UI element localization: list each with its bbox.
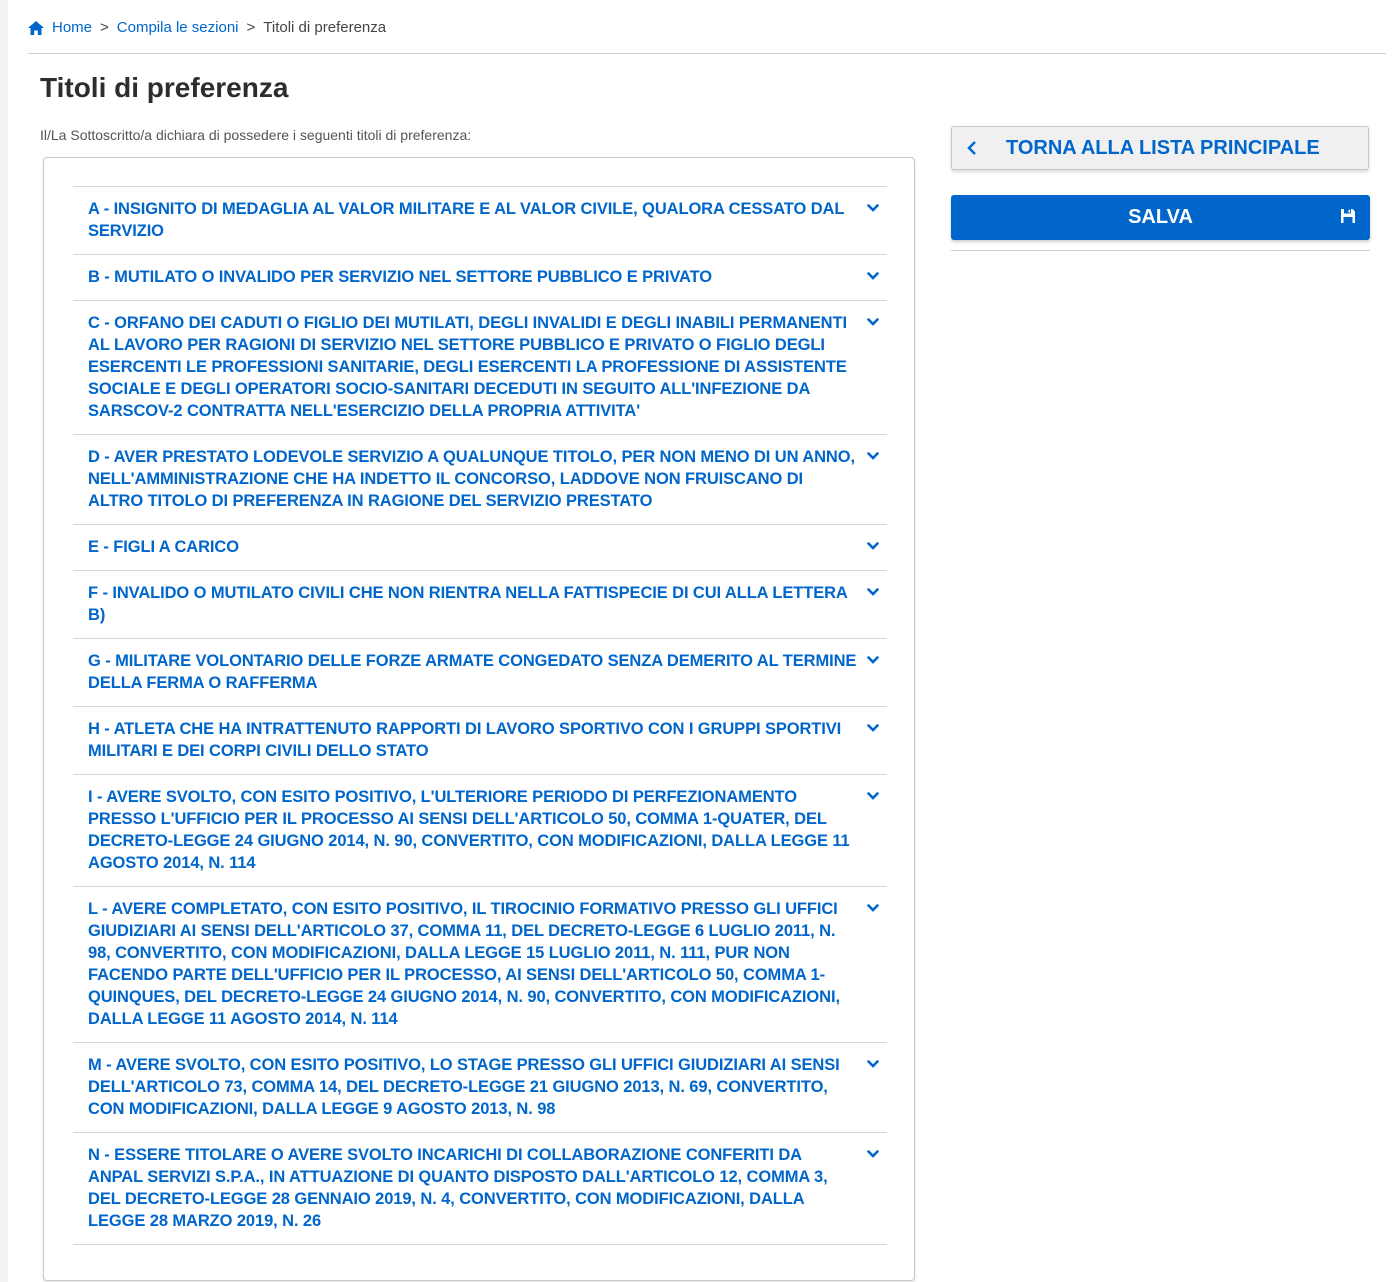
accordion-item-label: F - INVALIDO O MUTILATO CIVILI CHE NON R… (88, 584, 848, 624)
home-icon (28, 20, 44, 35)
header-divider (28, 53, 1386, 54)
accordion-item-label: M - AVERE SVOLTO, CON ESITO POSITIVO, LO… (88, 1056, 840, 1118)
page-intro: Il/La Sottoscritto/a dichiara di possede… (40, 127, 472, 143)
chevron-down-icon[interactable] (859, 1143, 887, 1165)
accordion-item-label: A - INSIGNITO DI MEDAGLIA AL VALOR MILIT… (88, 200, 845, 240)
save-button-label: SALVA (1128, 206, 1193, 228)
accordion-item[interactable]: E - FIGLI A CARICO (73, 525, 887, 571)
accordion-item[interactable]: G - MILITARE VOLONTARIO DELLE FORZE ARMA… (73, 639, 887, 707)
page-title: Titoli di preferenza (40, 72, 289, 103)
chevron-down-icon[interactable] (859, 265, 887, 287)
back-to-main-list-button[interactable]: TORNA ALLA LISTA PRINCIPALE (951, 126, 1369, 170)
chevron-down-icon[interactable] (859, 535, 887, 557)
preference-titles-card: A - INSIGNITO DI MEDAGLIA AL VALOR MILIT… (43, 157, 915, 1281)
accordion-item-label: G - MILITARE VOLONTARIO DELLE FORZE ARMA… (88, 652, 857, 692)
accordion-item[interactable]: D - AVER PRESTATO LODEVOLE SERVIZIO A QU… (73, 435, 887, 525)
accordion-item-label: B - MUTILATO O INVALIDO PER SERVIZIO NEL… (88, 268, 713, 286)
accordion-item-label: H - ATLETA CHE HA INTRATTENUTO RAPPORTI … (88, 720, 842, 760)
floppy-disk-icon (1341, 209, 1355, 223)
chevron-down-icon[interactable] (859, 717, 887, 739)
accordion-item-label: E - FIGLI A CARICO (88, 538, 239, 556)
chevron-down-icon[interactable] (859, 785, 887, 807)
left-edge-strip (0, 0, 8, 1282)
breadcrumb-separator: > (100, 19, 109, 36)
actions-divider (951, 250, 1370, 251)
accordion-item-label: N - ESSERE TITOLARE O AVERE SVOLTO INCAR… (88, 1146, 828, 1230)
breadcrumb: Home > Compila le sezioni > Titoli di pr… (28, 19, 386, 36)
accordion-item[interactable]: L - AVERE COMPLETATO, CON ESITO POSITIVO… (73, 887, 887, 1043)
chevron-down-icon[interactable] (859, 649, 887, 671)
accordion-item-label: L - AVERE COMPLETATO, CON ESITO POSITIVO… (88, 900, 840, 1028)
breadcrumb-home-link[interactable]: Home (52, 19, 92, 36)
accordion-item[interactable]: N - ESSERE TITOLARE O AVERE SVOLTO INCAR… (73, 1133, 887, 1245)
accordion-item[interactable]: B - MUTILATO O INVALIDO PER SERVIZIO NEL… (73, 255, 887, 301)
chevron-down-icon[interactable] (859, 445, 887, 467)
preference-accordion: A - INSIGNITO DI MEDAGLIA AL VALOR MILIT… (73, 186, 887, 1245)
chevron-down-icon[interactable] (859, 897, 887, 919)
chevron-down-icon[interactable] (859, 1053, 887, 1075)
breadcrumb-section-link[interactable]: Compila le sezioni (117, 19, 239, 36)
accordion-item-label: D - AVER PRESTATO LODEVOLE SERVIZIO A QU… (88, 448, 855, 510)
accordion-item[interactable]: F - INVALIDO O MUTILATO CIVILI CHE NON R… (73, 571, 887, 639)
chevron-down-icon[interactable] (859, 581, 887, 603)
chevron-down-icon[interactable] (859, 311, 887, 333)
accordion-item[interactable]: A - INSIGNITO DI MEDAGLIA AL VALOR MILIT… (73, 187, 887, 255)
accordion-item-label: I - AVERE SVOLTO, CON ESITO POSITIVO, L'… (88, 788, 850, 872)
chevron-down-icon[interactable] (859, 197, 887, 219)
accordion-item[interactable]: I - AVERE SVOLTO, CON ESITO POSITIVO, L'… (73, 775, 887, 887)
accordion-item[interactable]: M - AVERE SVOLTO, CON ESITO POSITIVO, LO… (73, 1043, 887, 1133)
breadcrumb-current: Titoli di preferenza (263, 19, 387, 36)
chevron-left-icon (967, 141, 976, 155)
accordion-item[interactable]: C - ORFANO DEI CADUTI O FIGLIO DEI MUTIL… (73, 301, 887, 435)
back-button-label: TORNA ALLA LISTA PRINCIPALE (1006, 136, 1320, 159)
save-button[interactable]: SALVA (951, 195, 1370, 240)
accordion-item-label: C - ORFANO DEI CADUTI O FIGLIO DEI MUTIL… (88, 314, 847, 420)
accordion-item[interactable]: H - ATLETA CHE HA INTRATTENUTO RAPPORTI … (73, 707, 887, 775)
breadcrumb-separator: > (246, 19, 256, 36)
